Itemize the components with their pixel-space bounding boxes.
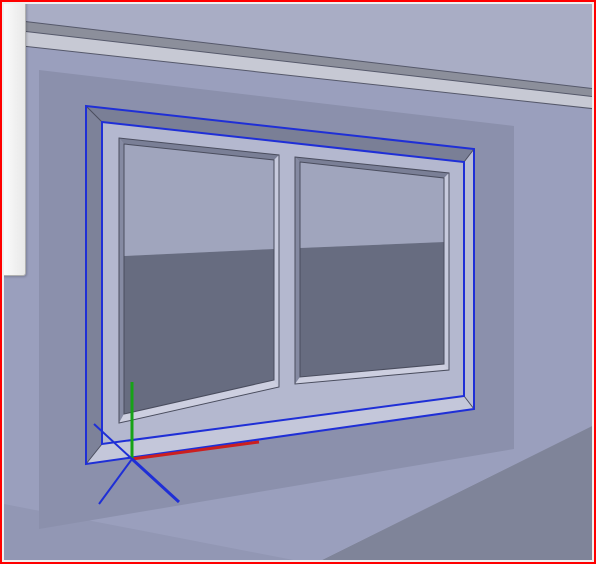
model-viewport[interactable] bbox=[4, 4, 592, 560]
scene-3d[interactable] bbox=[4, 4, 592, 560]
tool-palette[interactable] bbox=[4, 4, 26, 276]
glass-left-upper[interactable] bbox=[124, 144, 274, 256]
glass-right-lower[interactable] bbox=[300, 242, 444, 377]
viewport-frame bbox=[0, 0, 596, 564]
window-jamb-left bbox=[86, 106, 102, 464]
window-jamb-right bbox=[464, 149, 474, 409]
